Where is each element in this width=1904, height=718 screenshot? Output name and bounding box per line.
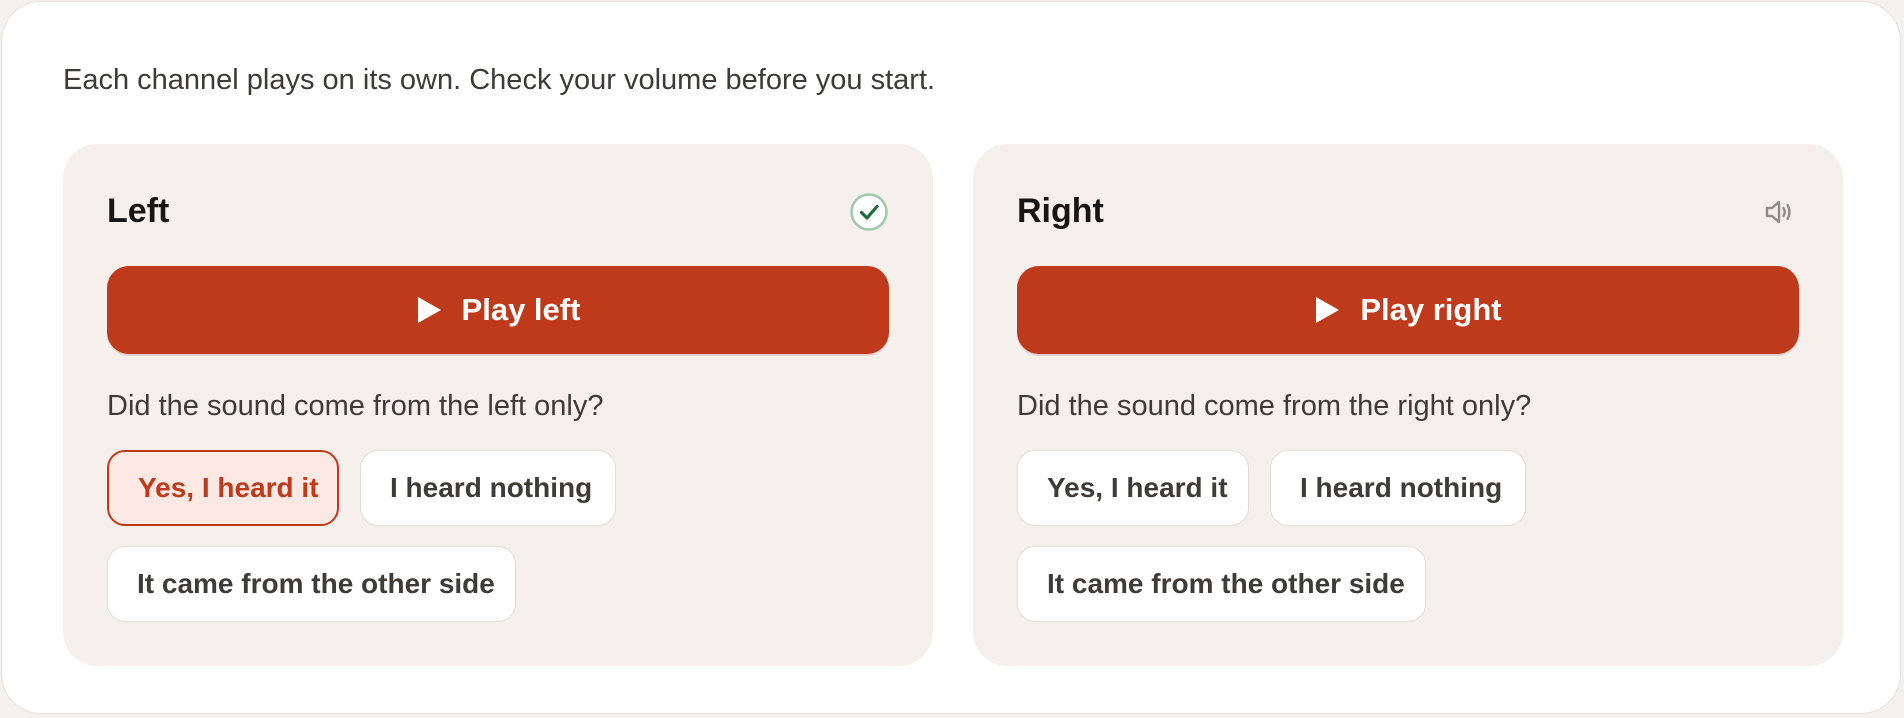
check-circle-icon [849, 192, 889, 232]
option-yes-heard-button[interactable]: Yes, I heard it [1017, 450, 1249, 526]
channel-panel-right: Right Play right Did the sound come from… [973, 144, 1843, 666]
option-yes-heard-button[interactable]: Yes, I heard it [107, 450, 339, 526]
option-heard-nothing-button[interactable]: I heard nothing [1270, 450, 1526, 526]
play-icon [417, 297, 441, 323]
option-other-side-button[interactable]: It came from the other side [1017, 546, 1426, 622]
test-card: Each channel plays on its own. Check you… [1, 1, 1901, 714]
option-heard-nothing-button[interactable]: I heard nothing [360, 450, 616, 526]
channel-question: Did the sound come from the right only? [1017, 390, 1532, 422]
play-icon [1316, 297, 1340, 323]
intro-text: Each channel plays on its own. Check you… [63, 64, 936, 96]
channel-panel-left: Left Play left Did the sound come from t… [63, 144, 933, 666]
play-left-button[interactable]: Play left [107, 266, 889, 354]
channel-title: Left [107, 192, 170, 230]
channel-title: Right [1017, 192, 1104, 230]
play-button-label: Play left [461, 292, 581, 327]
play-button-label: Play right [1360, 292, 1502, 327]
speaker-icon [1759, 192, 1799, 232]
option-other-side-button[interactable]: It came from the other side [107, 546, 516, 622]
play-right-button[interactable]: Play right [1017, 266, 1799, 354]
channel-question: Did the sound come from the left only? [107, 390, 604, 422]
